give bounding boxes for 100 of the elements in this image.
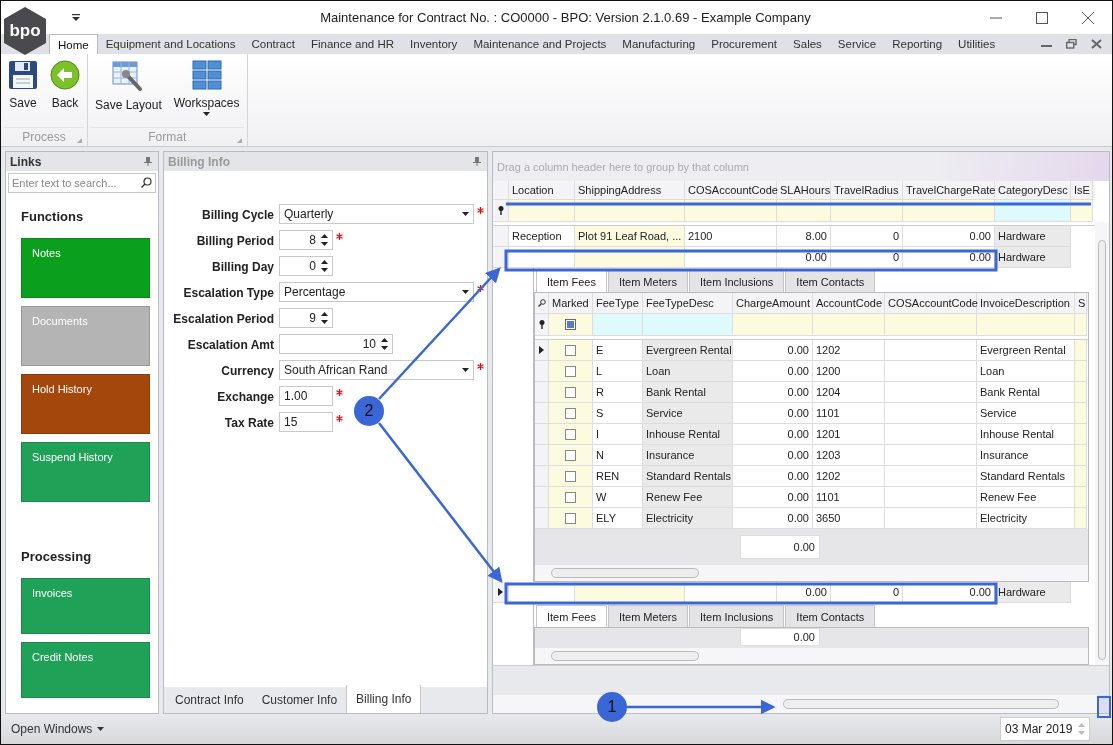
detail-tab[interactable]: Item Inclusions: [689, 270, 785, 292]
checkbox[interactable]: [565, 344, 576, 356]
table-cell: 0.00: [777, 247, 831, 268]
checkbox[interactable]: [565, 386, 576, 398]
filter-cell[interactable]: [593, 314, 643, 336]
checkbox[interactable]: [565, 512, 576, 524]
ribbon-button[interactable]: Save Layout: [91, 54, 166, 127]
ribbon-tab[interactable]: Equipment and Locations: [97, 34, 244, 54]
ribbon-tab[interactable]: Finance and HR: [302, 34, 403, 54]
table-cell: [1075, 487, 1087, 508]
ribbon-button[interactable]: Workspaces: [169, 54, 244, 127]
checkbox[interactable]: [565, 365, 576, 377]
total-cell: 0.00: [740, 628, 820, 646]
spin-field[interactable]: 0: [279, 256, 333, 276]
ribbon-tab[interactable]: Utilities: [950, 34, 1004, 54]
dropdown-field[interactable]: Percentage: [279, 282, 474, 302]
detail-tab[interactable]: Item Fees: [536, 270, 607, 292]
detail-tab[interactable]: Item Fees: [536, 605, 607, 627]
checkbox[interactable]: [565, 407, 576, 419]
table-cell: 0.00: [777, 582, 831, 603]
table-cell: [1075, 340, 1087, 361]
filter-cell[interactable]: [549, 314, 593, 336]
spin-field[interactable]: 8: [279, 230, 333, 250]
ribbon-tab[interactable]: Home: [49, 34, 98, 54]
ribbon-tab[interactable]: Service: [829, 34, 885, 54]
quick-access-menu-icon[interactable]: [71, 13, 81, 22]
section-heading: Functions: [21, 209, 85, 224]
detail-tab[interactable]: Item Inclusions: [689, 605, 785, 627]
horizontal-scrollbar[interactable]: [535, 565, 1088, 581]
caret-icon: [97, 727, 105, 731]
detail-tab[interactable]: Item Meters: [607, 605, 688, 627]
checkbox[interactable]: [565, 470, 576, 482]
ribbon-button[interactable]: Back: [46, 54, 84, 127]
ribbon-tab[interactable]: Contract: [243, 34, 303, 54]
input-field[interactable]: 1.00: [279, 386, 333, 406]
filter-cell[interactable]: [509, 200, 575, 222]
detail-tab[interactable]: Item Contacts: [785, 270, 876, 292]
filter-cell[interactable]: [1071, 200, 1093, 222]
input-field[interactable]: 15: [279, 412, 333, 432]
ribbon-tab[interactable]: Manufacturing: [614, 34, 704, 54]
dropdown-field[interactable]: South African Rand: [279, 360, 474, 380]
spin-field[interactable]: 10: [279, 334, 393, 354]
link-tile[interactable]: Hold History: [21, 374, 150, 434]
detail-tab[interactable]: Item Meters: [607, 270, 688, 292]
dropdown-field[interactable]: Quarterly: [279, 204, 474, 224]
open-windows-menu[interactable]: Open Windows: [9, 720, 107, 738]
filter-cell[interactable]: [1075, 314, 1087, 336]
ribbon-button[interactable]: Save: [4, 54, 42, 127]
checkbox[interactable]: [565, 428, 576, 440]
filter-cell[interactable]: [733, 314, 813, 336]
table-cell: 0.00: [733, 382, 813, 403]
field-label: Exchange: [216, 390, 274, 404]
table-cell: 1204: [813, 382, 885, 403]
filter-cell[interactable]: [643, 314, 733, 336]
maximize-icon[interactable]: [1036, 11, 1048, 24]
field-label: Tax Rate: [223, 416, 274, 430]
ribbon-tab[interactable]: Procurement: [703, 34, 786, 54]
filter-pin-icon: [538, 320, 545, 329]
date-field[interactable]: 03 Mar 2019: [1000, 717, 1090, 741]
panel-tab[interactable]: Contract Info: [166, 687, 253, 713]
restore-icon[interactable]: [1066, 39, 1077, 49]
dialog-launcher-icon[interactable]: [77, 138, 82, 143]
dialog-launcher-icon[interactable]: [236, 138, 242, 143]
filter-cell[interactable]: [995, 200, 1071, 222]
checkbox[interactable]: [565, 449, 576, 461]
ribbon-tab[interactable]: Inventory: [402, 34, 466, 54]
ribbon-tab[interactable]: Maintenance and Projects: [465, 34, 615, 54]
filter-cell[interactable]: [977, 314, 1075, 336]
filter-checkbox[interactable]: [565, 319, 576, 330]
close-icon[interactable]: [1091, 39, 1102, 49]
section-heading: Processing: [21, 549, 93, 564]
window-title: Maintenance for Contract No. : CO0000 - BPO: Version 2.1.0.69 - Example Company: [319, 10, 812, 25]
filter-cell[interactable]: [685, 200, 777, 222]
horizontal-scrollbar[interactable]: [493, 695, 1109, 713]
filter-cell[interactable]: [575, 200, 685, 222]
pin-icon[interactable]: [473, 157, 481, 166]
vertical-scrollbar[interactable]: [1095, 222, 1109, 665]
filter-cell[interactable]: [831, 200, 903, 222]
spin-field[interactable]: 9: [279, 308, 333, 328]
close-icon[interactable]: [1082, 11, 1094, 24]
ribbon-tab[interactable]: Reporting: [884, 34, 951, 54]
filter-cell[interactable]: [813, 314, 885, 336]
panel-tab[interactable]: Billing Info: [346, 685, 422, 713]
search-field[interactable]: Enter text to search...: [8, 173, 156, 193]
tile-grid-icon: [191, 60, 222, 90]
table-cell: Bank Rental: [643, 382, 733, 403]
checkbox[interactable]: [565, 491, 576, 503]
link-tile[interactable]: Notes: [21, 238, 150, 298]
table-cell: 0.00: [733, 487, 813, 508]
pin-icon[interactable]: [144, 157, 152, 166]
horizontal-scrollbar[interactable]: [535, 648, 1088, 664]
filter-cell[interactable]: [777, 200, 831, 222]
filter-cell[interactable]: [903, 200, 995, 222]
panel-tab[interactable]: Customer Info: [252, 687, 347, 713]
table-cell: 1200: [813, 361, 885, 382]
filter-cell[interactable]: [885, 314, 977, 336]
ribbon-tab[interactable]: Sales: [785, 34, 830, 54]
detail-tab[interactable]: Item Contacts: [785, 605, 876, 627]
search-icon[interactable]: [537, 299, 546, 307]
filter-pin-icon: [497, 206, 504, 215]
